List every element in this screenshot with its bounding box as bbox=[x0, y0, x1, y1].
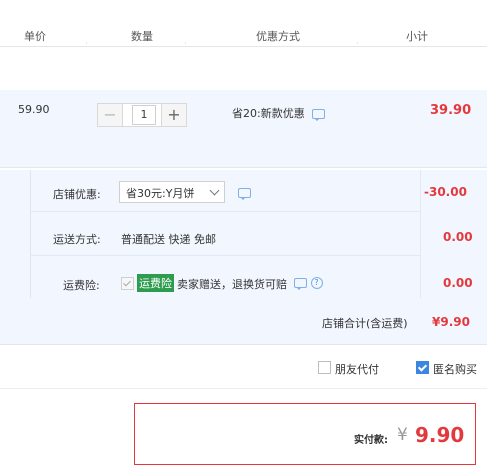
insurance-checkbox[interactable] bbox=[121, 277, 134, 290]
insurance-description: 卖家赠送，退换货可赔 bbox=[177, 278, 287, 291]
header-divider bbox=[357, 42, 358, 44]
shop-discount-label: 店铺优惠: bbox=[53, 188, 101, 201]
shipping-value: 0.00 bbox=[443, 230, 473, 244]
divider bbox=[30, 255, 420, 256]
anonymous-checkbox[interactable] bbox=[416, 361, 429, 374]
message-icon[interactable] bbox=[238, 188, 251, 200]
shipping-label: 运送方式: bbox=[53, 233, 101, 246]
friend-pay-checkbox[interactable] bbox=[318, 361, 331, 374]
item-unit-price: 59.90 bbox=[18, 103, 50, 116]
payment-label: 实付款: bbox=[354, 435, 388, 446]
order-options bbox=[0, 345, 487, 389]
quantity-increase-button[interactable]: + bbox=[161, 104, 186, 126]
payment-amount: 9.90 bbox=[415, 423, 465, 447]
shop-discount-select-value: 省30元:Y月饼 bbox=[126, 187, 195, 200]
insurance-value: 0.00 bbox=[443, 276, 473, 290]
header-unit-price: 单价 bbox=[24, 30, 46, 43]
shop-total-label: 店铺合计(含运费) bbox=[322, 317, 408, 330]
item-subtotal: 39.90 bbox=[430, 103, 472, 118]
shop-total-value: ¥9.90 bbox=[432, 315, 470, 329]
header-divider bbox=[86, 42, 87, 44]
friend-pay-label[interactable]: 朋友代付 bbox=[335, 361, 379, 377]
cart-item-row bbox=[0, 90, 487, 168]
currency-symbol: ¥ bbox=[397, 425, 408, 445]
item-promotion: 省20:新款优惠 bbox=[232, 105, 326, 121]
message-icon[interactable] bbox=[312, 109, 326, 121]
quantity-decrease-button[interactable]: − bbox=[98, 104, 123, 126]
shipping-method: 普通配送 快递 免邮 bbox=[121, 233, 216, 246]
divider bbox=[30, 211, 420, 212]
divider bbox=[420, 170, 421, 299]
message-icon[interactable] bbox=[294, 278, 307, 290]
header-promotion: 优惠方式 bbox=[256, 30, 300, 43]
shop-summary-gutter bbox=[0, 170, 31, 299]
quantity-stepper: − 1 + bbox=[97, 103, 187, 127]
header-divider bbox=[185, 42, 186, 44]
item-promotion-text: 省20:新款优惠 bbox=[232, 107, 305, 120]
header-quantity: 数量 bbox=[131, 30, 153, 43]
anonymous-label[interactable]: 匿名购买 bbox=[433, 361, 477, 377]
quantity-input[interactable]: 1 bbox=[132, 105, 156, 125]
shop-discount-select[interactable]: 省30元:Y月饼 bbox=[119, 181, 225, 203]
insurance-label: 运费险: bbox=[63, 279, 100, 292]
insurance-icons: ? bbox=[294, 276, 323, 290]
help-icon[interactable]: ? bbox=[310, 277, 323, 289]
shop-discount-value: -30.00 bbox=[424, 185, 467, 199]
insurance-tag: 运费险 bbox=[137, 274, 174, 292]
shop-total-row bbox=[0, 298, 487, 345]
header-subtotal: 小计 bbox=[406, 30, 428, 43]
chevron-down-icon bbox=[209, 185, 220, 196]
